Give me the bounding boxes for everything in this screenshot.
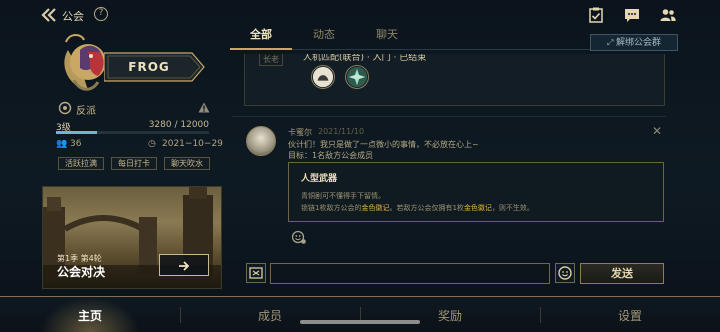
guild-battle-card[interactable]: 第1季 第4轮 公会对决 [42, 186, 222, 289]
rank-tag: 长老 [259, 54, 283, 66]
message-template-icon [249, 267, 263, 279]
feed-divider [232, 116, 666, 117]
skill-desc-line: 锁链1枚敌方公会的金色徽记。若敌方公会仅拥有1枚金色徽记，则不生效。 [301, 204, 534, 212]
guild-name-plate: FROG [104, 52, 206, 82]
nav-home[interactable]: 主页 [50, 307, 130, 324]
send-button[interactable]: 发送 [580, 263, 664, 284]
link-icon: ⤢ [607, 38, 616, 47]
event-enter-button[interactable] [159, 254, 209, 276]
guild-feed: 长老 人机匹配(联合) · 入门 · 已结束 卡蜜尔 2021/11/10 ✕ … [232, 54, 666, 254]
post-date: 2021/11/10 [318, 127, 365, 136]
faction-row: 反派 [56, 101, 211, 117]
skill-desc-line: 青铜剧可不懂得手下留情。 [301, 192, 385, 200]
exp-progress-fill [56, 131, 98, 134]
member-count: 36 [70, 139, 82, 149]
nav-divider [540, 307, 541, 323]
skill-card: 人型武器 青铜剧可不懂得手下留情。 锁链1枚敌方公会的金色徽记。若敌方公会仅拥有… [288, 162, 664, 222]
back-arrow-icon[interactable] [40, 7, 58, 23]
home-indicator [300, 320, 420, 324]
nav-rewards[interactable]: 奖励 [410, 307, 490, 324]
emoji-button[interactable] [555, 263, 575, 283]
guild-exp: 3280 / 12000 [148, 120, 209, 130]
warning-icon[interactable] [198, 102, 210, 113]
nav-members[interactable]: 成员 [230, 307, 310, 324]
tab-activity[interactable]: 动态 [299, 26, 349, 42]
close-icon[interactable]: ✕ [652, 124, 662, 138]
tab-chat[interactable]: 聊天 [362, 26, 412, 42]
feed-item-match-result: 长老 人机匹配(联合) · 入门 · 已结束 [244, 54, 665, 106]
bottom-nav: 主页 成员 奖励 设置 [0, 296, 720, 332]
chat-bubble-icon[interactable] [624, 7, 640, 23]
unbind-guild-group-label: 解绑公会群 [615, 38, 661, 48]
champion-portrait-icon [345, 65, 369, 89]
members-row: 👥 36 ◷ 2021−10−29 [56, 139, 223, 151]
post-text-line: 目标：1名敌方公会成员 [288, 151, 374, 160]
nav-settings[interactable]: 设置 [590, 307, 670, 324]
guild-tag: 活跃拉满 [58, 157, 104, 170]
player-portrait-icon [311, 65, 335, 89]
tab-active-indicator [230, 48, 292, 50]
arrow-right-icon [179, 261, 190, 271]
tab-bar: 全部 动态 聊天 [230, 20, 664, 50]
post-author[interactable]: 卡蜜尔 [288, 127, 312, 138]
match-result-text: 人机匹配(联合) · 入门 · 已结束 [303, 54, 427, 63]
tab-all[interactable]: 全部 [236, 26, 286, 42]
unbind-guild-group-button[interactable]: ⤢ 解绑公会群 [590, 34, 678, 51]
founded-date: 2021−10−29 [162, 139, 223, 149]
members-icon-small: 👥 [56, 139, 68, 149]
event-title: 公会对决 [57, 265, 106, 279]
guild-tag: 聊天吹水 [164, 157, 210, 170]
quick-message-button[interactable] [246, 263, 266, 283]
smiley-icon [558, 266, 572, 280]
guild-tags: 活跃拉满 每日打卡 聊天吹水 [58, 157, 218, 171]
nav-divider [180, 307, 181, 323]
faction-label: 反派 [76, 106, 96, 117]
post-text-line: 伙计们！我只是做了一点微小的事情，不必放在心上~ [288, 140, 479, 149]
page-title: 公会 [62, 10, 84, 23]
chat-input[interactable] [270, 263, 550, 284]
guild-name: FROG [128, 60, 170, 74]
help-icon[interactable]: ? [94, 7, 108, 21]
checklist-icon[interactable] [588, 7, 604, 23]
add-reaction-icon[interactable] [292, 230, 306, 244]
guild-tag: 每日打卡 [111, 157, 157, 170]
members-icon[interactable] [660, 7, 676, 23]
exp-progress-bar [56, 131, 209, 134]
author-avatar[interactable] [246, 126, 276, 156]
clock-icon: ◷ [148, 139, 156, 149]
faction-icon [58, 101, 72, 115]
skill-title: 人型武器 [301, 174, 338, 184]
